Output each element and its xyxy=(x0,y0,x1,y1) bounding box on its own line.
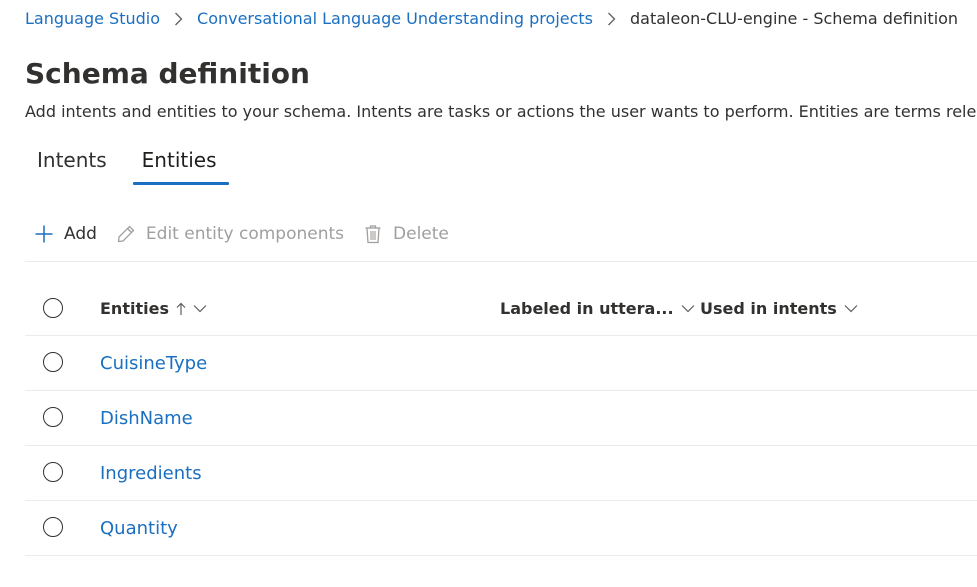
column-header-entities-label: Entities xyxy=(100,299,169,318)
page-description: Add intents and entities to your schema.… xyxy=(25,102,977,121)
row-select-checkbox[interactable] xyxy=(43,352,63,372)
pencil-icon xyxy=(115,223,137,245)
toolbar-divider xyxy=(25,261,977,262)
column-header-labeled-in-utterances[interactable]: Labeled in uttera... xyxy=(500,282,695,335)
entity-link-cuisinetype[interactable]: CuisineType xyxy=(100,353,207,374)
edit-entity-components-button[interactable]: Edit entity components xyxy=(107,214,354,254)
tab-intents[interactable]: Intents xyxy=(25,140,119,186)
plus-icon xyxy=(33,223,55,245)
chevron-down-icon xyxy=(193,304,207,313)
row-select-checkbox[interactable] xyxy=(43,517,63,537)
edit-entity-components-label: Edit entity components xyxy=(145,224,345,244)
trash-icon xyxy=(362,223,384,245)
entity-name-cell: CuisineType xyxy=(100,336,207,390)
entity-name-cell: DishName xyxy=(100,391,193,445)
breadcrumb-current-page: dataleon-CLU-engine - Schema definition xyxy=(630,8,959,28)
entity-name-cell: Quantity xyxy=(100,501,178,555)
schema-tabs: Intents Entities xyxy=(25,140,229,188)
table-row[interactable]: Ingredients xyxy=(25,446,977,501)
tab-entities[interactable]: Entities xyxy=(130,140,229,186)
table-row[interactable]: DishName xyxy=(25,391,977,446)
breadcrumb-clu-projects[interactable]: Conversational Language Understanding pr… xyxy=(197,9,593,28)
delete-label: Delete xyxy=(393,224,449,244)
column-header-entities[interactable]: Entities xyxy=(100,282,207,335)
entity-name-cell: Ingredients xyxy=(100,446,202,500)
delete-button[interactable]: Delete xyxy=(354,214,459,254)
table-row[interactable]: Quantity xyxy=(25,501,977,556)
column-header-used-in-intents-label: Used in intents xyxy=(700,299,837,318)
entity-link-quantity[interactable]: Quantity xyxy=(100,518,178,539)
chevron-down-icon xyxy=(844,304,858,313)
row-select-checkbox[interactable] xyxy=(43,462,63,482)
column-header-used-in-intents[interactable]: Used in intents xyxy=(700,282,858,335)
table-header-row: Entities Labeled in uttera... Used in in… xyxy=(25,282,977,336)
page-title: Schema definition xyxy=(25,57,310,90)
select-all-checkbox[interactable] xyxy=(43,297,63,318)
add-button[interactable]: Add xyxy=(25,214,107,254)
chevron-down-icon xyxy=(681,304,695,313)
add-label: Add xyxy=(64,224,97,244)
row-select-checkbox[interactable] xyxy=(43,407,63,427)
column-header-labeled-label: Labeled in uttera... xyxy=(500,299,674,318)
breadcrumb-language-studio[interactable]: Language Studio xyxy=(25,9,160,28)
entities-table: Entities Labeled in uttera... Used in in… xyxy=(25,282,977,556)
entity-link-dishname[interactable]: DishName xyxy=(100,408,193,429)
entity-link-ingredients[interactable]: Ingredients xyxy=(100,463,202,484)
chevron-right-icon xyxy=(607,11,616,26)
arrow-up-icon xyxy=(176,302,186,316)
command-bar: Add Edit entity components Delete xyxy=(25,214,459,254)
table-row[interactable]: CuisineType xyxy=(25,336,977,391)
breadcrumb: Language Studio Conversational Language … xyxy=(25,6,958,30)
chevron-right-icon xyxy=(174,11,183,26)
schema-definition-page: Language Studio Conversational Language … xyxy=(0,0,977,587)
